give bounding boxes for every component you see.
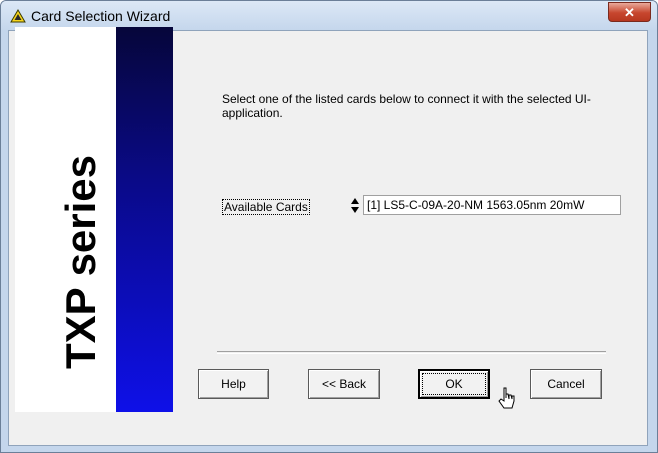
banner-panel: TXP series: [15, 27, 116, 412]
card-select-field[interactable]: [1] LS5-C-09A-20-NM 1563.05nm 20mW: [363, 195, 621, 215]
ok-focus-rect: OK: [422, 373, 486, 395]
available-cards-label: Available Cards: [222, 199, 310, 215]
back-button-label: << Back: [321, 377, 367, 391]
banner-gradient-strip: [116, 27, 173, 412]
ok-button-label: OK: [445, 377, 463, 391]
back-button[interactable]: << Back: [308, 369, 380, 399]
close-button[interactable]: ✕: [608, 2, 651, 22]
cancel-button[interactable]: Cancel: [530, 369, 602, 399]
spin-up-icon[interactable]: [351, 198, 359, 204]
warning-triangle-icon: [10, 9, 26, 23]
spin-down-icon[interactable]: [351, 207, 359, 213]
mouse-pointer-icon: [498, 387, 515, 409]
help-button-label: Help: [221, 377, 246, 391]
cancel-button-label: Cancel: [547, 377, 585, 391]
close-icon: ✕: [624, 5, 635, 20]
instruction-text: Select one of the listed cards below to …: [222, 92, 591, 120]
ok-button[interactable]: OK: [418, 369, 490, 399]
help-button[interactable]: Help: [198, 369, 269, 399]
separator: [217, 351, 606, 354]
brand-text: TXP series: [57, 154, 104, 370]
window-title: Card Selection Wizard: [31, 8, 171, 24]
card-spinner[interactable]: [351, 196, 361, 216]
